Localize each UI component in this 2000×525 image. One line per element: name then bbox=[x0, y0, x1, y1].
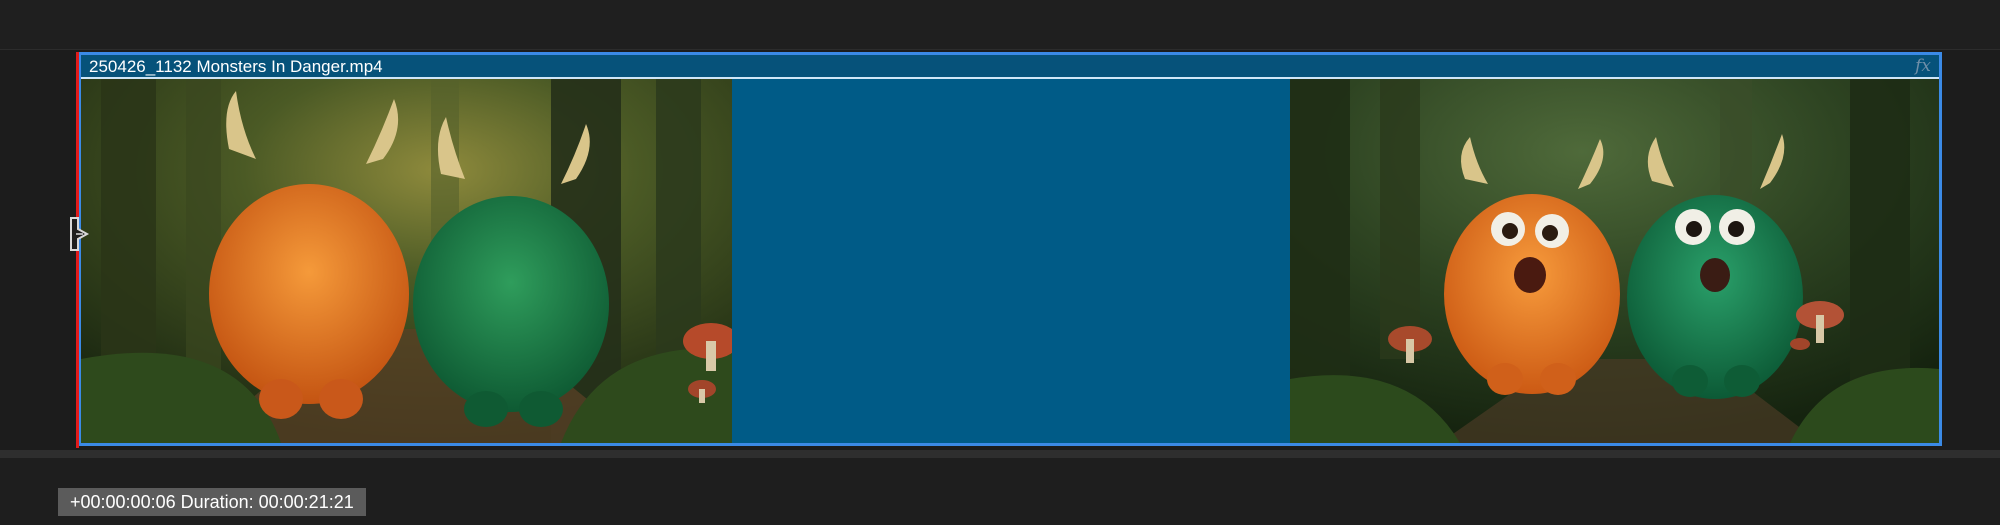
clip-title: 250426_1132 Monsters In Danger.mp4 bbox=[89, 57, 383, 76]
trim-in-handle-icon[interactable] bbox=[68, 214, 90, 254]
clip-header[interactable]: 250426_1132 Monsters In Danger.mp4 fx bbox=[81, 55, 1939, 79]
video-clip[interactable]: 250426_1132 Monsters In Danger.mp4 fx bbox=[78, 52, 1942, 446]
fx-badge-icon[interactable]: fx bbox=[1915, 56, 1931, 76]
timeline-ruler-area[interactable] bbox=[0, 0, 2000, 50]
thumbnail-monsters-walking-away bbox=[81, 79, 732, 443]
timeline-panel: 250426_1132 Monsters In Danger.mp4 fx +0… bbox=[0, 0, 2000, 525]
trim-timecode-tooltip: +00:00:00:06 Duration: 00:00:21:21 bbox=[58, 488, 366, 516]
clip-filmstrip-gap bbox=[732, 79, 1290, 443]
track-divider bbox=[0, 450, 2000, 458]
thumbnail-monsters-surprised bbox=[1290, 79, 1939, 443]
